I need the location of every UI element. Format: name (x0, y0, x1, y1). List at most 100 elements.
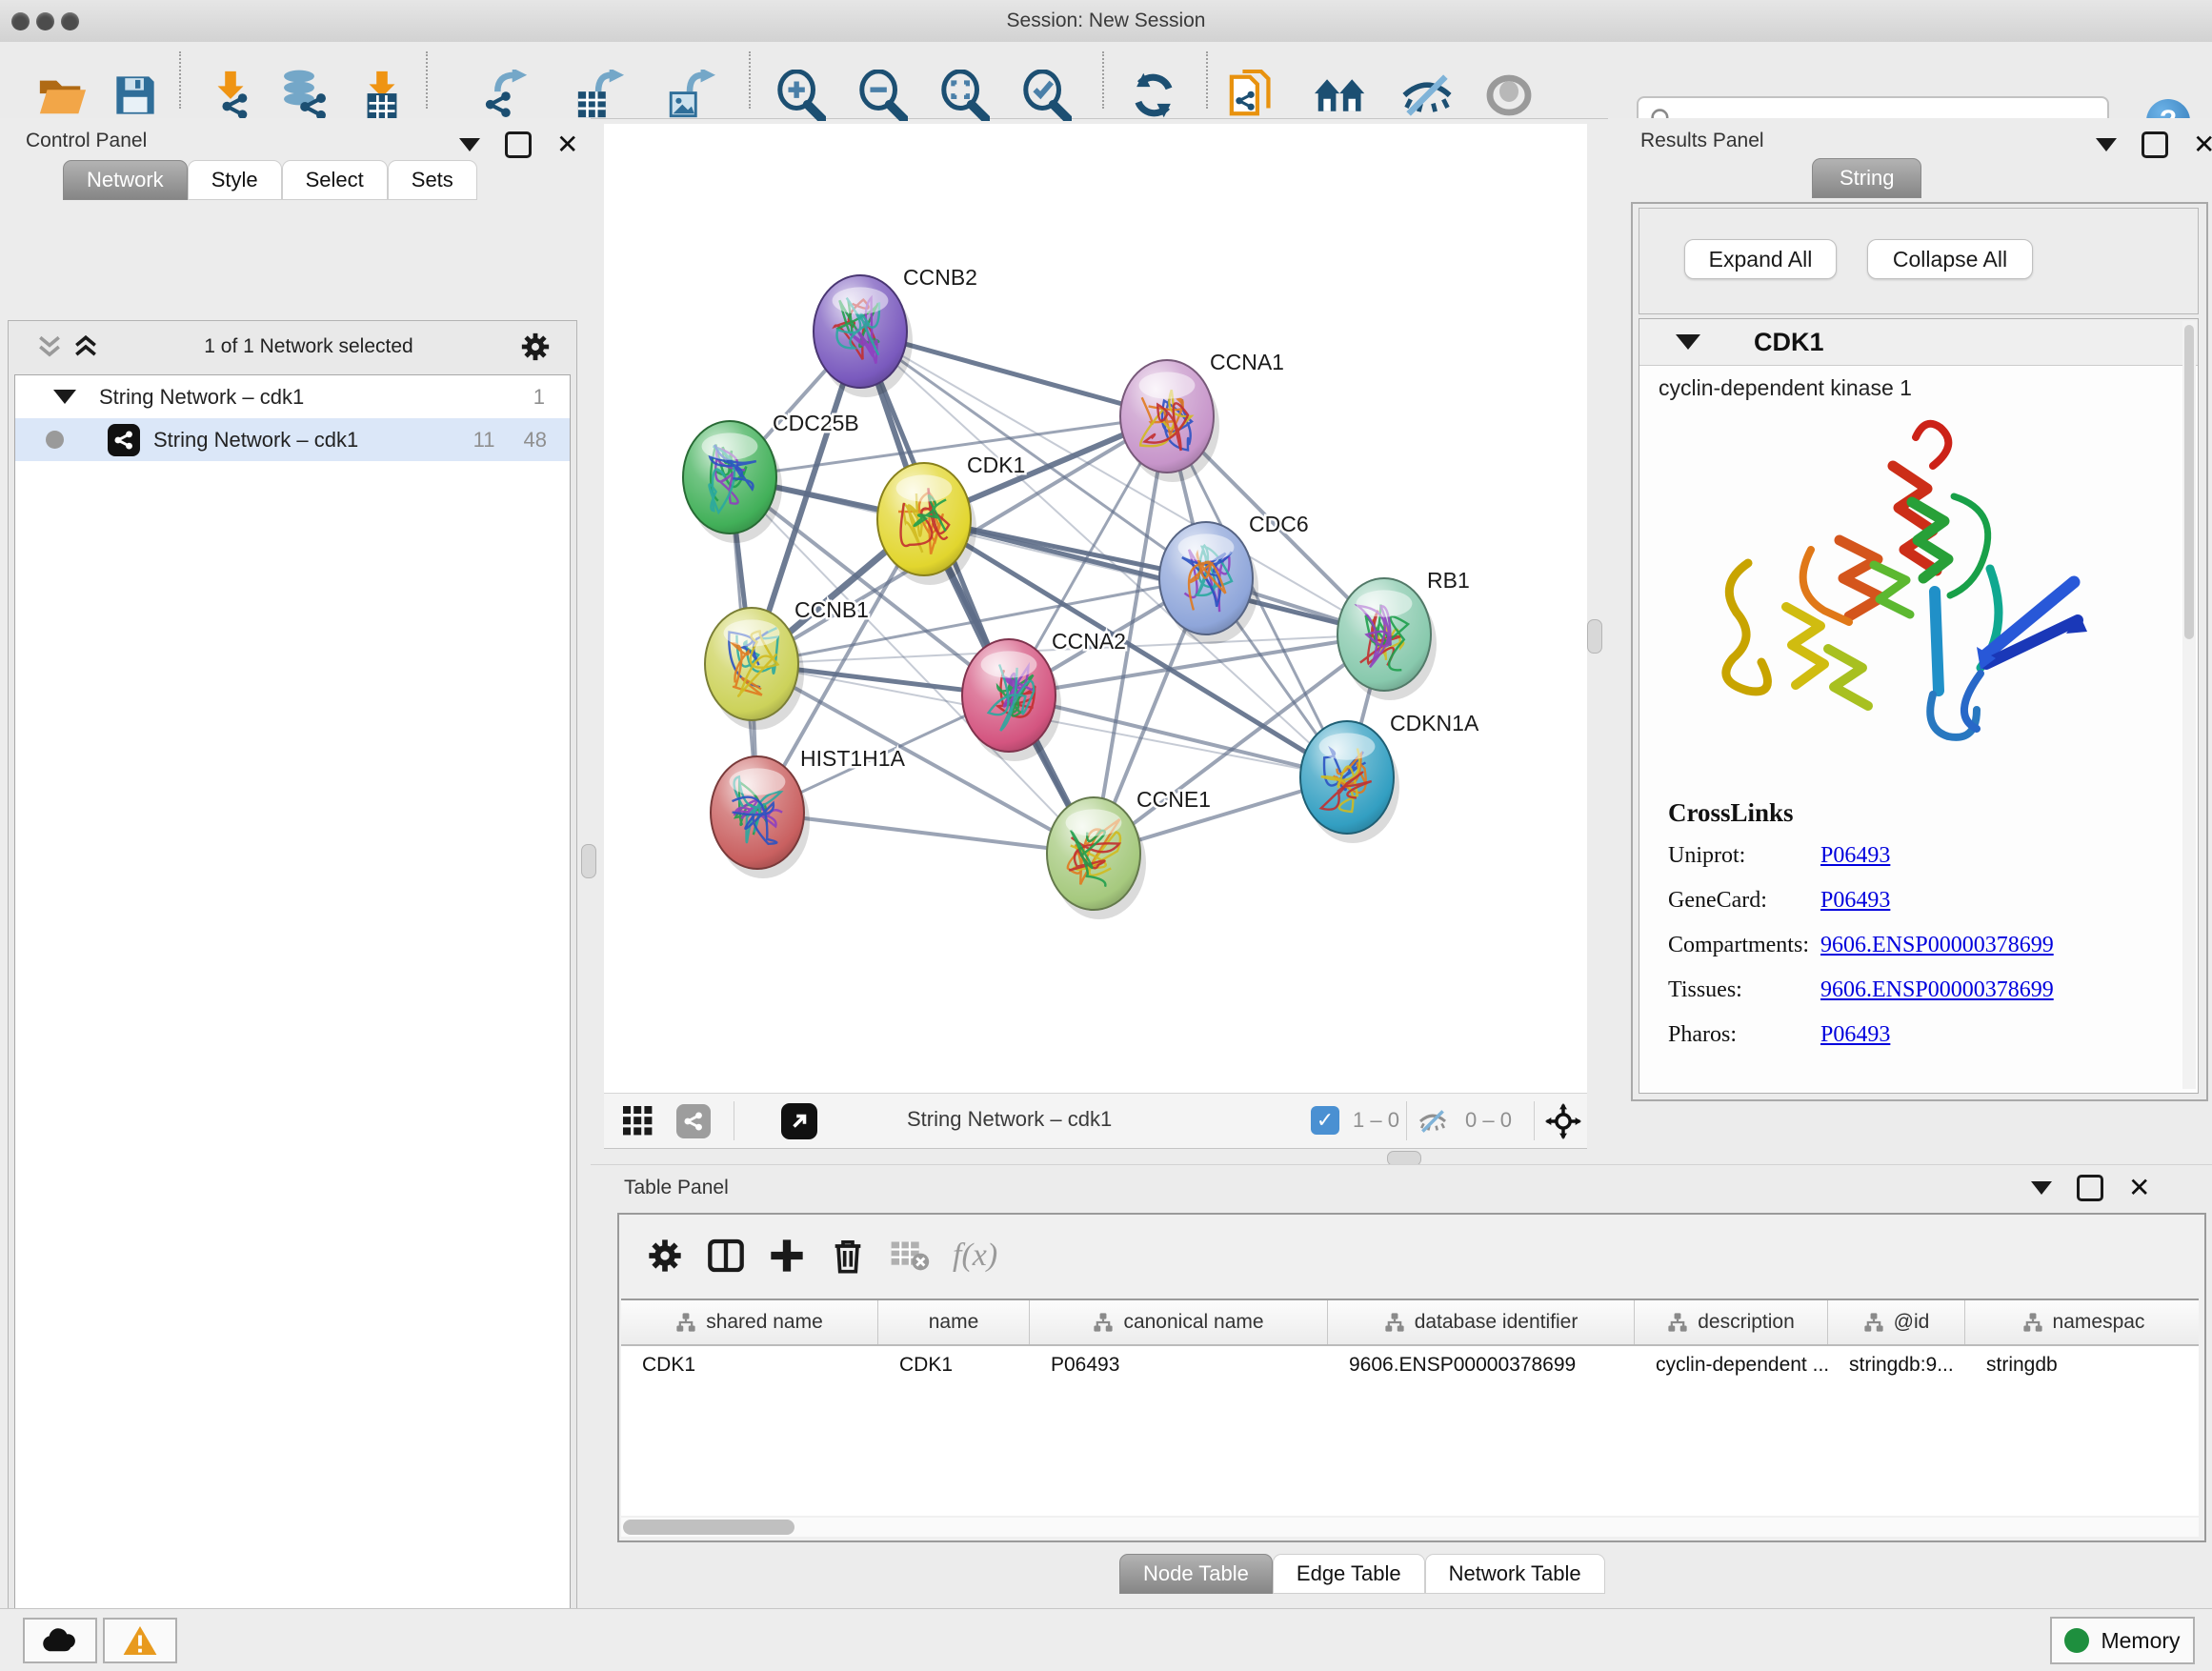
collapse-panel-icon[interactable] (2031, 1181, 2052, 1195)
network-node-HIST1H1A[interactable]: HIST1H1A (711, 746, 906, 878)
string-home-icon[interactable] (1315, 69, 1368, 122)
tab-network[interactable]: Network (63, 160, 188, 200)
hidden-eye-icon[interactable] (1418, 1109, 1448, 1134)
genecard-link[interactable]: P06493 (1820, 888, 1890, 914)
collapse-all-button[interactable]: Collapse All (1867, 239, 2033, 279)
window-zoom-button[interactable] (61, 12, 79, 30)
tab-network-table[interactable]: Network Table (1425, 1554, 1605, 1594)
table-horizontal-scrollbar[interactable] (621, 1518, 2199, 1537)
column-header--id[interactable]: @id (1828, 1300, 1965, 1344)
float-panel-icon[interactable] (505, 131, 532, 158)
results-tab-string[interactable]: String (1812, 158, 1921, 198)
network-collection-row[interactable]: String Network – cdk1 1 (15, 375, 570, 418)
table-cell[interactable]: CDK1 (878, 1354, 1030, 1377)
column-header-database-identifier[interactable]: database identifier (1328, 1300, 1635, 1344)
window-title: Session: New Session (0, 0, 2212, 42)
hide-selected-icon[interactable] (1400, 69, 1454, 122)
network-view-toolbar: String Network – cdk1 ✓ 1 – 0 0 – 0 (604, 1093, 1587, 1149)
network-graph[interactable]: CCNB2CCNA1CDC25BCDK1CDC6RB1CCNB1CCNA2CDK… (604, 124, 1587, 1093)
float-panel-icon[interactable] (2077, 1175, 2103, 1201)
close-panel-icon[interactable]: ✕ (2193, 134, 2212, 155)
pan-crosshair-icon[interactable] (1545, 1103, 1581, 1139)
right-splitter-handle[interactable] (1587, 619, 1602, 654)
warning-status-button[interactable] (103, 1618, 177, 1663)
detach-view-icon[interactable] (781, 1103, 817, 1139)
zoom-out-icon[interactable] (855, 69, 909, 122)
selected-node-edge-count: 1 – 0 (1353, 1108, 1399, 1133)
table-options-gear-icon[interactable] (646, 1237, 684, 1275)
tab-node-table[interactable]: Node Table (1119, 1554, 1273, 1594)
table-row[interactable]: CDK1CDK1P064939606.ENSP00000378699cyclin… (621, 1346, 2199, 1384)
show-columns-icon[interactable] (707, 1237, 745, 1275)
string-view-icon[interactable] (676, 1104, 711, 1138)
network-node-CDKN1A[interactable]: CDKN1A (1300, 711, 1479, 843)
collapse-all-networks-icon[interactable] (37, 334, 62, 359)
network-node-label: CCNB2 (903, 265, 977, 290)
network-node-CCNA1[interactable]: CCNA1 (1120, 350, 1284, 482)
table-header-row: shared namenamecanonical namedatabase id… (621, 1300, 2199, 1346)
export-table-icon[interactable] (573, 69, 627, 122)
tab-select[interactable]: Select (282, 160, 388, 200)
results-scrollbar[interactable] (2182, 321, 2196, 1089)
network-node-CCNE1[interactable]: CCNE1 (1047, 787, 1211, 919)
memory-button[interactable]: Memory (2050, 1617, 2195, 1664)
network-options-gear-icon[interactable] (519, 331, 552, 363)
tissues-link[interactable]: 9606.ENSP00000378699 (1820, 977, 2054, 1003)
zoom-selected-icon[interactable] (1019, 69, 1073, 122)
open-session-icon[interactable] (35, 69, 89, 122)
export-image-icon[interactable] (663, 69, 716, 122)
expand-all-button[interactable]: Expand All (1684, 239, 1837, 279)
network-node-CCNA2[interactable]: CCNA2 (962, 629, 1126, 761)
create-column-icon[interactable] (768, 1237, 806, 1275)
column-header-canonical-name[interactable]: canonical name (1030, 1300, 1328, 1344)
column-header-description[interactable]: description (1635, 1300, 1828, 1344)
tab-edge-table[interactable]: Edge Table (1273, 1554, 1425, 1594)
birdseye-view-icon[interactable] (623, 1106, 654, 1137)
window-minimize-button[interactable] (36, 12, 54, 30)
delete-column-icon[interactable] (829, 1237, 867, 1275)
column-header-name[interactable]: name (878, 1300, 1030, 1344)
pharos-link[interactable]: P06493 (1820, 1022, 1890, 1048)
collapse-panel-icon[interactable] (2096, 138, 2117, 151)
expand-collapse-box: Expand All Collapse All (1639, 208, 2199, 314)
selected-checkbox-icon[interactable]: ✓ (1311, 1106, 1339, 1135)
network-node-RB1[interactable]: RB1 (1337, 568, 1470, 700)
close-panel-icon[interactable]: ✕ (2128, 1178, 2150, 1198)
compartments-link[interactable]: 9606.ENSP00000378699 (1820, 933, 2054, 958)
table-cell[interactable]: stringdb (1965, 1354, 2199, 1377)
import-table-icon[interactable] (355, 69, 409, 122)
zoom-in-icon[interactable] (774, 69, 827, 122)
uniprot-link[interactable]: P06493 (1820, 843, 1890, 869)
expand-all-networks-icon[interactable] (73, 334, 98, 359)
status-bar: Memory (0, 1608, 2212, 1671)
column-header-namespac[interactable]: namespac (1965, 1300, 2199, 1344)
table-cell[interactable]: 9606.ENSP00000378699 (1328, 1354, 1635, 1377)
apply-layout-icon[interactable] (1127, 69, 1180, 122)
tab-style[interactable]: Style (188, 160, 282, 200)
import-string-file-icon[interactable] (1227, 69, 1280, 122)
toolbar-separator (1102, 51, 1104, 109)
network-canvas[interactable]: CCNB2CCNA1CDC25BCDK1CDC6RB1CCNB1CCNA2CDK… (604, 124, 1587, 1093)
tree-expand-icon[interactable] (53, 390, 76, 404)
network-row[interactable]: String Network – cdk1 11 48 (15, 418, 570, 461)
window-close-button[interactable] (11, 12, 30, 30)
import-network-database-icon[interactable] (278, 69, 332, 122)
table-cell[interactable]: CDK1 (621, 1354, 878, 1377)
left-splitter-handle[interactable] (581, 844, 596, 878)
import-network-file-icon[interactable] (204, 69, 257, 122)
float-panel-icon[interactable] (2142, 131, 2168, 158)
save-session-icon[interactable] (109, 69, 162, 122)
tab-sets[interactable]: Sets (388, 160, 477, 200)
zoom-fit-icon[interactable] (937, 69, 991, 122)
table-cell[interactable]: stringdb:9... (1828, 1354, 1965, 1377)
network-node-CCNB2[interactable]: CCNB2 (814, 265, 977, 397)
shared-column-icon (1384, 1312, 1405, 1333)
export-network-icon[interactable] (478, 69, 532, 122)
collapse-gene-icon[interactable] (1676, 334, 1700, 350)
close-panel-icon[interactable]: ✕ (556, 134, 578, 155)
table-cell[interactable]: P06493 (1030, 1354, 1328, 1377)
cloud-status-button[interactable] (23, 1618, 97, 1663)
table-cell[interactable]: cyclin-dependent ... (1635, 1354, 1828, 1377)
column-header-shared-name[interactable]: shared name (621, 1300, 878, 1344)
collapse-panel-icon[interactable] (459, 138, 480, 151)
